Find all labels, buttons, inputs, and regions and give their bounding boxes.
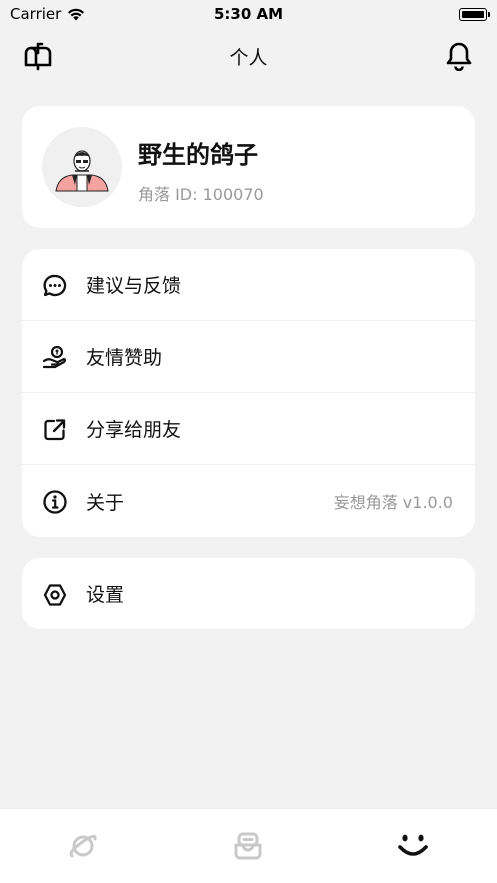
mailbox-icon [24,42,52,71]
menu-item-label: 设置 [86,584,125,606]
wifi-icon [68,8,85,20]
inbox-tray-icon [234,832,262,860]
menu-item-label: 友情赞助 [86,347,163,369]
carrier-label: Carrier [10,5,62,23]
tab-bar [0,808,497,883]
tab-inbox[interactable] [231,829,265,863]
chat-bubble-icon [43,274,67,297]
bell-icon [446,42,472,71]
tab-explore[interactable] [66,829,100,863]
smile-icon [398,834,428,856]
menu-item-label: 建议与反馈 [86,275,182,297]
info-icon [43,490,67,514]
status-bar: Carrier 5:30 AM [0,0,497,28]
menu-item-feedback[interactable]: 建议与反馈 [22,249,475,321]
avatar[interactable] [42,127,122,207]
app-version: 妄想角落 v1.0.0 [333,493,453,512]
menu-item-about[interactable]: 关于 妄想角落 v1.0.0 [22,465,475,537]
menu-card: 建议与反馈 友情赞助 分享给朋友 关于 妄想角落 v1.0.0 [22,249,475,537]
menu-item-settings[interactable]: 设置 [22,558,475,629]
nav-bar: 个人 [0,34,497,78]
avatar-illustration [42,127,122,207]
menu-item-share[interactable]: 分享给朋友 [22,393,475,465]
profile-name: 野生的鸽子 [138,141,258,169]
battery-icon [459,7,490,21]
menu-item-sponsor[interactable]: 友情赞助 [22,321,475,393]
profile-card[interactable]: 野生的鸽子 角落 ID: 100070 [22,106,475,228]
planet-icon [69,834,97,858]
tab-profile[interactable] [396,829,430,863]
menu-item-label: 关于 [86,491,125,514]
settings-card: 设置 [22,558,475,629]
profile-id: 角落 ID: 100070 [138,185,264,204]
menu-item-label: 分享给朋友 [86,419,182,441]
mailbox-button[interactable] [16,34,60,78]
donate-hand-icon [42,345,67,369]
status-left: Carrier [0,5,85,23]
hexagon-settings-icon [43,584,67,606]
share-icon [44,419,66,441]
page-title: 个人 [229,46,268,69]
notifications-button[interactable] [437,34,481,78]
